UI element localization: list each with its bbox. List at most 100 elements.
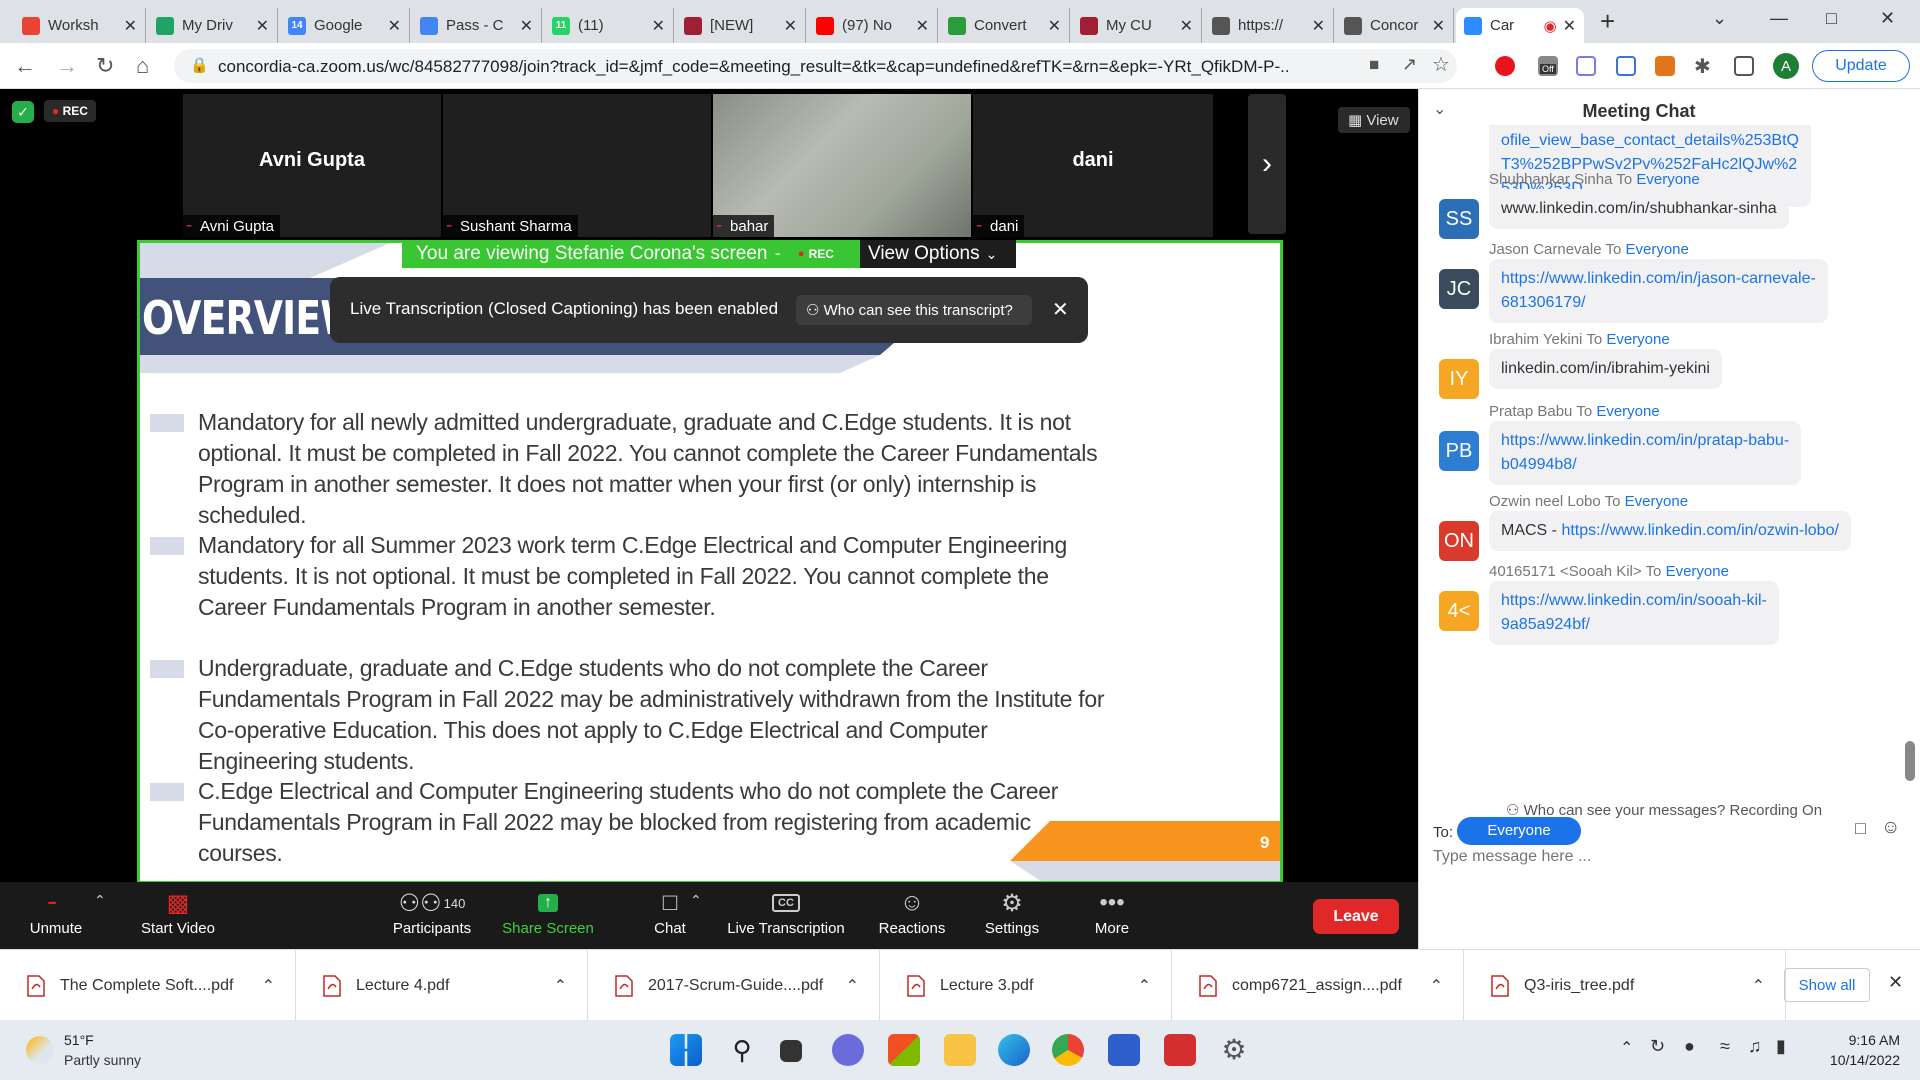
recipient-everyone[interactable]: Everyone: [1636, 171, 1699, 188]
close-tab-icon[interactable]: ✕: [1180, 16, 1193, 36]
microphone-icon[interactable]: ●: [1684, 1036, 1695, 1057]
chevron-up-icon[interactable]: ⌃: [1752, 976, 1765, 996]
message-text[interactable]: https://www.linkedin.com/in/jason-carnev…: [1501, 270, 1816, 287]
browser-tab[interactable]: Car ◉ ✕: [1456, 8, 1584, 43]
back-icon[interactable]: ←: [14, 53, 36, 79]
file-icon[interactable]: □: [1855, 818, 1866, 839]
participant-tile[interactable]: Avni Gupta ╴ Avni Gupta: [183, 94, 441, 237]
recipient-everyone[interactable]: Everyone: [1606, 331, 1669, 348]
maximize-icon[interactable]: □: [1826, 8, 1837, 29]
browser-tab[interactable]: 14 Google ✕: [280, 8, 410, 43]
browser-tab[interactable]: Concor ✕: [1336, 8, 1454, 43]
chat-message-bubble[interactable]: www.linkedin.com/in/shubhankar-sinha: [1489, 189, 1789, 229]
download-item[interactable]: Lecture 4.pdf ⌃: [296, 950, 588, 1021]
recipient-everyone[interactable]: Everyone: [1625, 493, 1688, 510]
windows-start-icon[interactable]: [670, 1034, 702, 1066]
weather-condition[interactable]: Partly sunny: [64, 1052, 141, 1068]
camera-icon[interactable]: ■: [1369, 55, 1379, 75]
opera-extension-icon[interactable]: [1495, 56, 1515, 76]
download-item[interactable]: Lecture 3.pdf ⌃: [880, 950, 1172, 1021]
volume-icon[interactable]: ♫: [1748, 1036, 1762, 1057]
leave-button[interactable]: Leave: [1313, 899, 1399, 934]
chat-message-input[interactable]: [1433, 843, 1893, 871]
lock-icon[interactable]: 🔒: [190, 56, 209, 74]
more-button[interactable]: ••• More: [1080, 886, 1144, 937]
recipient-everyone[interactable]: Everyone: [1596, 403, 1659, 420]
recipient-everyone[interactable]: Everyone: [1626, 241, 1689, 258]
close-tab-icon[interactable]: ✕: [388, 16, 401, 36]
chevron-up-icon[interactable]: ⌃: [94, 892, 106, 909]
participant-tile[interactable]: dani ╴ dani: [973, 94, 1213, 237]
message-text[interactable]: https://www.linkedin.com/in/sooah-kil-: [1501, 592, 1767, 609]
download-item[interactable]: comp6721_assign....pdf ⌃: [1172, 950, 1464, 1021]
message-text[interactable]: 9a85a924bf/: [1501, 616, 1590, 633]
close-tab-icon[interactable]: ✕: [124, 16, 137, 36]
browser-tab[interactable]: My CU ✕: [1072, 8, 1202, 43]
side-panel-icon[interactable]: [1734, 56, 1754, 76]
forward-icon[interactable]: →: [56, 53, 78, 79]
chevron-up-icon[interactable]: ⌃: [554, 976, 567, 996]
teams-chat-icon[interactable]: [832, 1034, 864, 1066]
chevron-up-icon[interactable]: ⌃: [846, 976, 859, 996]
close-tab-icon[interactable]: ✕: [1048, 16, 1061, 36]
chat-message-bubble[interactable]: linkedin.com/in/ibrahim-yekini: [1489, 349, 1722, 389]
chat-scrollbar[interactable]: [1905, 741, 1915, 781]
close-tab-icon[interactable]: ✕: [652, 16, 665, 36]
download-item[interactable]: The Complete Soft....pdf ⌃: [0, 950, 296, 1021]
profile-avatar[interactable]: A: [1773, 53, 1799, 79]
chevron-up-icon[interactable]: ⌃: [1430, 976, 1443, 996]
update-button[interactable]: Update: [1812, 50, 1910, 82]
live-transcription-button[interactable]: CC Live Transcription: [722, 886, 850, 937]
chevron-up-icon[interactable]: ⌃: [262, 976, 275, 996]
task-view-icon[interactable]: [780, 1040, 802, 1062]
close-window-icon[interactable]: ✕: [1880, 8, 1895, 29]
browser-tab[interactable]: 11 (11) ✕: [544, 8, 674, 43]
close-tab-icon[interactable]: ✕: [1312, 16, 1325, 36]
chat-message-bubble[interactable]: MACS - https://www.linkedin.com/in/ozwin…: [1489, 511, 1851, 551]
settings-gear-icon[interactable]: ⚙: [1218, 1034, 1250, 1066]
show-all-button[interactable]: Show all: [1784, 968, 1870, 1002]
chat-message-bubble[interactable]: https://www.linkedin.com/in/sooah-kil- 9a…: [1489, 581, 1779, 645]
start-video-button[interactable]: ▩ Start Video: [128, 886, 228, 938]
bookmark-star-icon[interactable]: ☆: [1432, 52, 1450, 77]
browser-tab[interactable]: (97) No ✕: [808, 8, 938, 43]
close-icon[interactable]: ✕: [1052, 297, 1069, 322]
search-icon[interactable]: ⚲: [726, 1034, 758, 1066]
browser-tab[interactable]: https:// ✕: [1204, 8, 1334, 43]
wifi-icon[interactable]: ≈: [1720, 1036, 1730, 1057]
chat-message-bubble[interactable]: https://www.linkedin.com/in/jason-carnev…: [1489, 259, 1828, 323]
download-item[interactable]: Q3-iris_tree.pdf ⌃: [1464, 950, 1786, 1021]
reload-icon[interactable]: ↻: [96, 53, 114, 79]
chevron-up-icon[interactable]: ⌃: [1620, 1038, 1633, 1058]
recipient-everyone[interactable]: Everyone: [1666, 563, 1729, 580]
metamask-icon[interactable]: [1655, 56, 1675, 76]
chevron-up-icon[interactable]: ⌃: [1138, 976, 1151, 996]
participant-video-tile[interactable]: ╴ bahar: [713, 94, 971, 237]
address-bar[interactable]: 🔒 concordia-ca.zoom.us/wc/84582777098/jo…: [174, 49, 1457, 83]
file-explorer-icon[interactable]: [944, 1034, 976, 1066]
extensions-puzzle-icon[interactable]: ✱: [1694, 54, 1711, 79]
weather-icon[interactable]: [26, 1036, 54, 1064]
chat-message-bubble[interactable]: https://www.linkedin.com/in/pratap-babu-…: [1489, 421, 1802, 485]
reactions-button[interactable]: ☺ Reactions: [876, 886, 948, 937]
weather-temp[interactable]: 51°F: [64, 1032, 94, 1048]
clock-time[interactable]: 9:16 AM: [1820, 1032, 1900, 1048]
battery-icon[interactable]: ▮: [1776, 1036, 1786, 1057]
view-button[interactable]: ▦ View: [1338, 107, 1410, 133]
unmute-button[interactable]: ╴ Unmute: [20, 886, 92, 938]
clock-date[interactable]: 10/14/2022: [1810, 1052, 1900, 1068]
share-screen-button[interactable]: ↑ Share Screen: [500, 886, 596, 937]
who-can-see-transcript-button[interactable]: ⚇ Who can see this transcript?: [796, 295, 1032, 325]
close-tab-icon[interactable]: ✕: [1432, 16, 1445, 36]
browser-tab[interactable]: [NEW] ✕: [676, 8, 806, 43]
chevron-up-icon[interactable]: ⌃: [690, 892, 702, 909]
message-text[interactable]: b04994b8/: [1501, 456, 1577, 473]
home-icon[interactable]: ⌂: [136, 53, 149, 79]
close-tab-icon[interactable]: ✕: [520, 16, 533, 36]
recipient-dropdown[interactable]: Everyone: [1457, 817, 1581, 845]
extension-icon[interactable]: [1576, 56, 1596, 76]
emoji-icon[interactable]: ☺: [1881, 817, 1900, 839]
participant-tile[interactable]: ╴ Sushant Sharma: [443, 94, 711, 237]
url-text[interactable]: concordia-ca.zoom.us/wc/84582777098/join…: [218, 57, 1288, 77]
browser-tab[interactable]: Pass - C ✕: [412, 8, 542, 43]
